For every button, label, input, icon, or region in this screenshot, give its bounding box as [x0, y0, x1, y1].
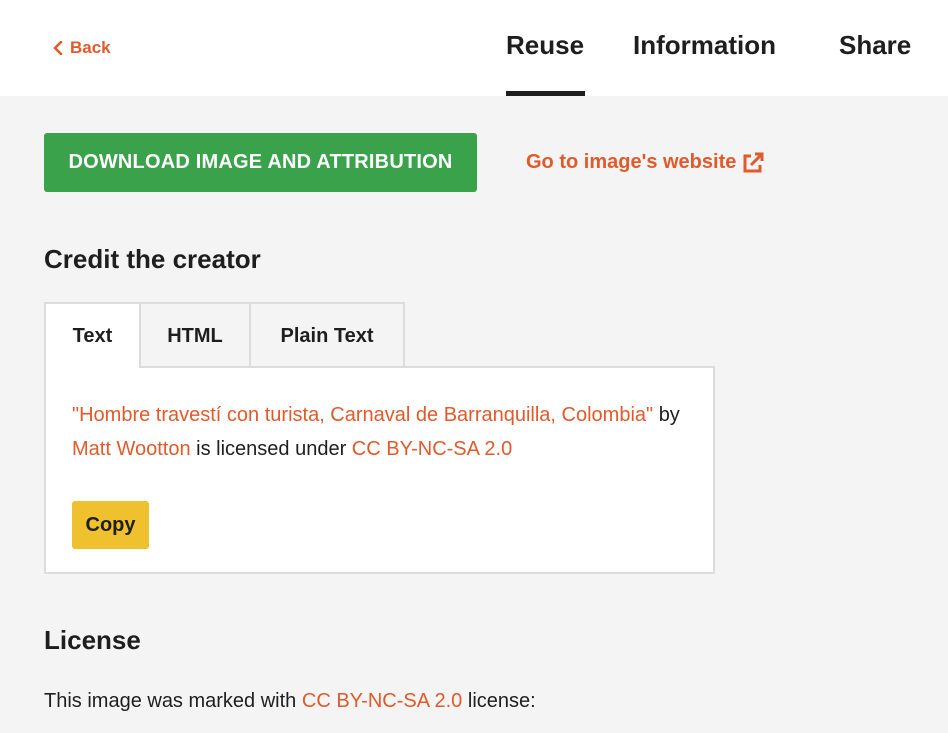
license-description: This image was marked with CC BY-NC-SA 2…	[44, 690, 536, 713]
tab-text[interactable]: Text	[44, 302, 141, 368]
license-link[interactable]: CC BY-NC-SA 2.0	[352, 438, 512, 460]
active-tab-indicator	[506, 91, 585, 96]
license-prefix: This image was marked with	[44, 690, 297, 712]
license-suffix: license:	[467, 690, 536, 712]
site-link-label: Go to image's website	[526, 151, 737, 173]
back-label: Back	[70, 38, 111, 57]
attribution-format-tabs: Text HTML Plain Text	[44, 302, 405, 368]
chevron-left-icon	[53, 41, 63, 55]
by-text: by	[658, 404, 680, 426]
back-link[interactable]: Back	[53, 38, 111, 58]
licensed-under-text: is licensed under	[196, 438, 347, 460]
creator-link[interactable]: Matt Wootton	[72, 438, 191, 460]
credit-the-creator-heading: Credit the creator	[44, 244, 261, 274]
attribution-panel: "Hombre travestí con turista, Carnaval d…	[44, 366, 715, 574]
license-heading: License	[44, 625, 141, 655]
image-title-link[interactable]: "Hombre travestí con turista, Carnaval d…	[72, 404, 653, 426]
top-navigation-bar: Back Reuse Information Share	[0, 0, 948, 96]
tab-plain-text[interactable]: Plain Text	[249, 302, 405, 368]
tab-reuse[interactable]: Reuse	[506, 30, 584, 61]
attribution-text: "Hombre travestí con turista, Carnaval d…	[72, 398, 702, 466]
external-link-icon	[743, 152, 764, 172]
tab-html[interactable]: HTML	[139, 302, 251, 368]
download-image-and-attribution-button[interactable]: DOWNLOAD IMAGE AND ATTRIBUTION	[44, 133, 477, 192]
tab-share[interactable]: Share	[839, 30, 911, 61]
go-to-image-website-link[interactable]: Go to image's website	[526, 151, 764, 174]
copy-button[interactable]: Copy	[72, 501, 149, 549]
tab-information[interactable]: Information	[633, 30, 776, 61]
license-name-link[interactable]: CC BY-NC-SA 2.0	[302, 690, 462, 712]
